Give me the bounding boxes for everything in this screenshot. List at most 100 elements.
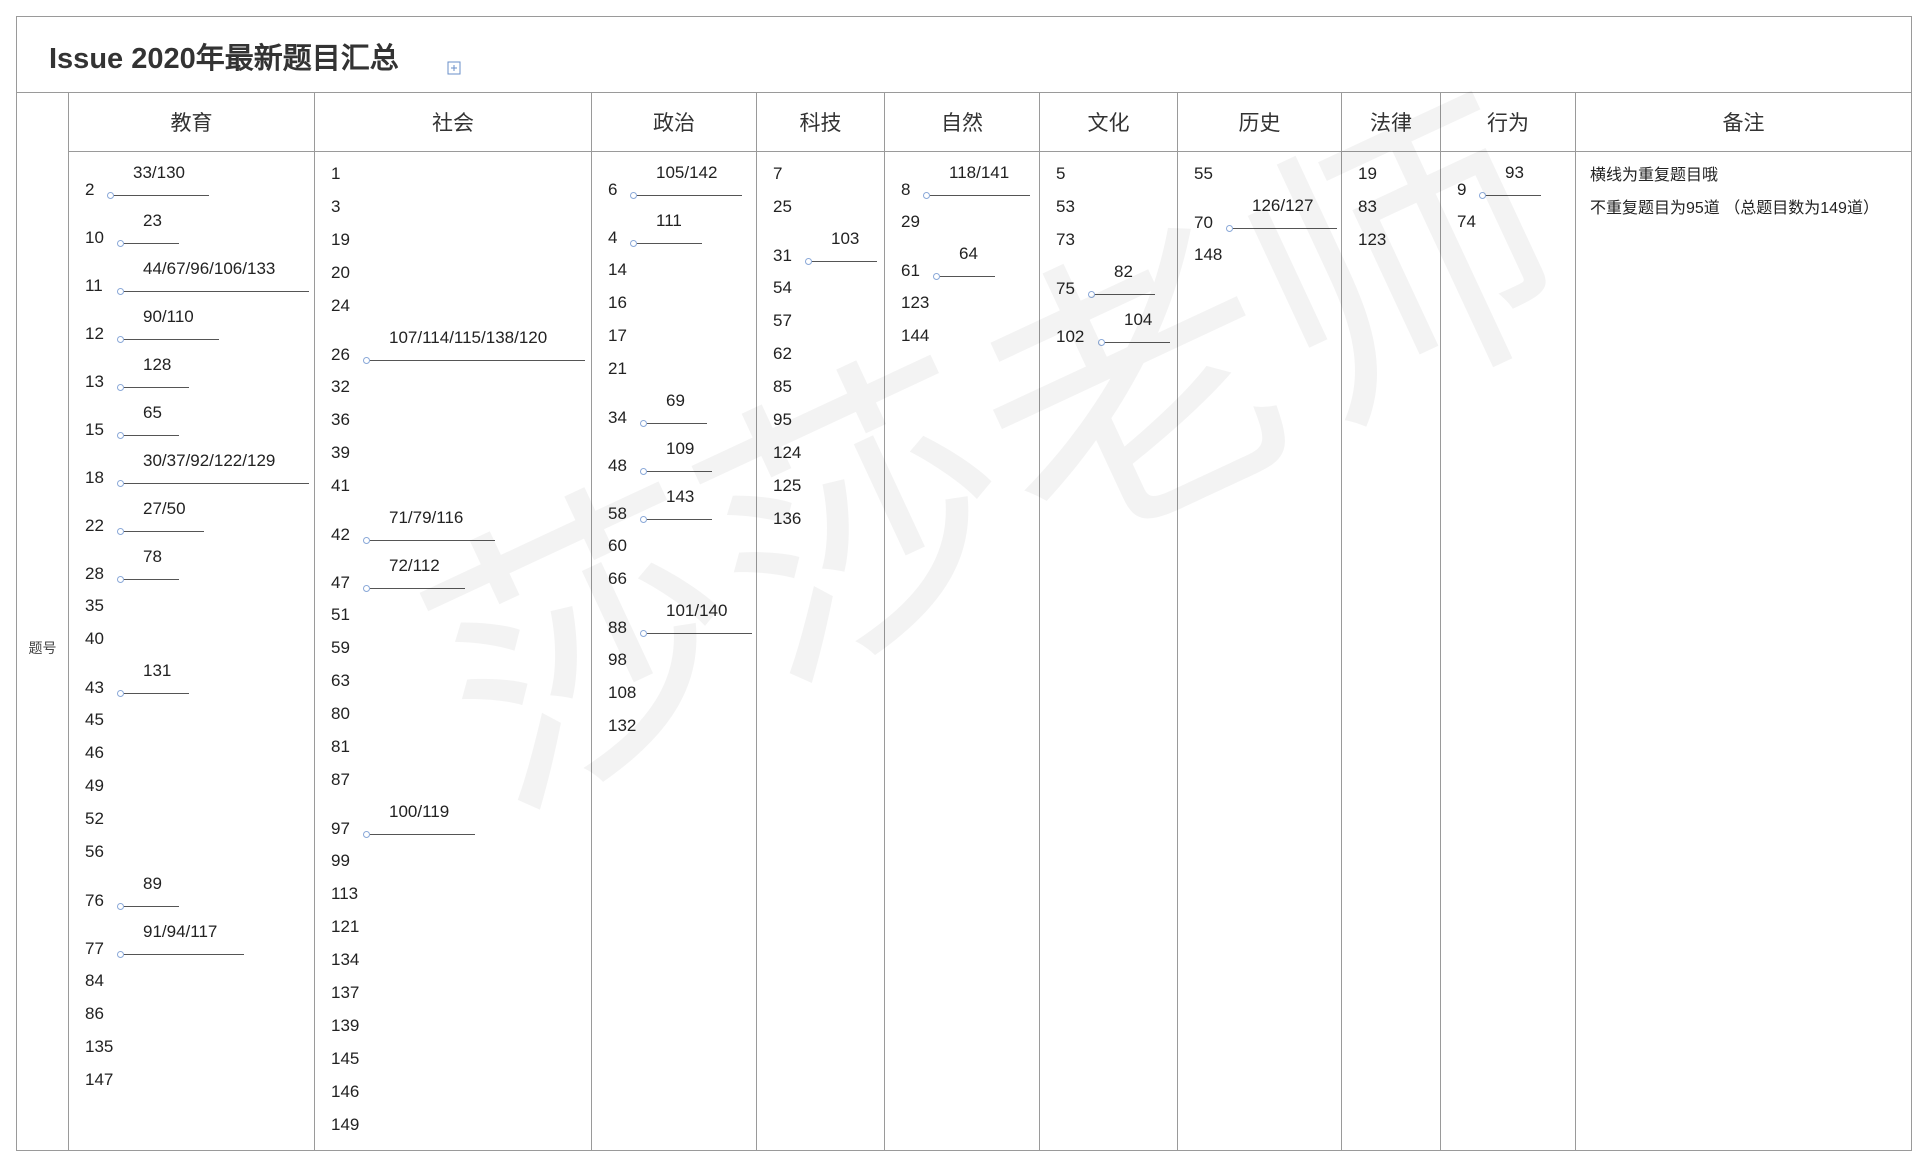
question-item: 136 — [757, 502, 884, 535]
question-number: 5 — [1056, 164, 1066, 183]
question-number: 55 — [1194, 164, 1213, 183]
question-number: 40 — [85, 629, 104, 648]
link-node-icon — [117, 903, 124, 910]
question-number: 86 — [85, 1004, 104, 1023]
duplicate-questions: 93 — [1505, 163, 1524, 182]
duplicate-line — [930, 195, 1030, 196]
question-item: 146 — [315, 1075, 591, 1108]
duplicate-line — [124, 579, 179, 580]
question-item: 85 — [757, 370, 884, 403]
question-item: 46 — [69, 736, 314, 769]
question-number: 1 — [331, 164, 341, 183]
question-number: 20 — [331, 263, 350, 282]
duplicate-line — [647, 471, 712, 472]
duplicate-questions: 89 — [143, 874, 162, 893]
duplicate-line — [370, 540, 495, 541]
duplicate-line — [370, 834, 475, 835]
question-item: 74 — [1441, 205, 1575, 238]
question-number: 63 — [331, 671, 350, 690]
duplicate-line — [124, 243, 179, 244]
link-node-icon — [117, 384, 124, 391]
question-number: 59 — [331, 638, 350, 657]
question-item: 135 — [69, 1030, 314, 1063]
duplicate-questions: 131 — [143, 661, 172, 680]
column-header: 教育 — [69, 92, 314, 152]
duplicate-line — [124, 387, 189, 388]
column-8: 法律 19 83 123 — [1341, 92, 1440, 1150]
question-item: 83 — [1342, 190, 1440, 223]
question-item: 53 — [1040, 190, 1177, 223]
link-node-icon — [630, 192, 637, 199]
question-number: 95 — [773, 410, 792, 429]
question-number: 80 — [331, 704, 350, 723]
link-node-icon — [117, 432, 124, 439]
question-number: 7 — [773, 164, 783, 183]
link-node-icon — [805, 258, 812, 265]
question-item: 60 — [592, 529, 756, 562]
question-item: 124 — [757, 436, 884, 469]
duplicate-questions: 44/67/96/106/133 — [143, 259, 276, 278]
question-item: 1 — [315, 157, 591, 190]
question-item: 22 27/50 — [69, 493, 314, 541]
link-node-icon — [640, 420, 647, 427]
duplicate-line — [124, 291, 309, 292]
duplicate-questions: 30/37/92/122/129 — [143, 451, 276, 470]
column-header: 自然 — [885, 92, 1039, 152]
duplicate-line — [370, 588, 465, 589]
column-6: 文化 5 53 73 75 82 102 104 — [1039, 92, 1177, 1150]
note-line: 横线为重复题目哦 — [1590, 167, 1719, 184]
duplicate-line — [124, 906, 179, 907]
notes-column: 备注 横线为重复题目哦 不重复题目为95道 （总题目数为149道） — [1575, 92, 1911, 1150]
notes-body: 横线为重复题目哦 不重复题目为95道 （总题目数为149道） — [1576, 151, 1911, 1150]
question-item: 80 — [315, 697, 591, 730]
duplicate-questions: 71/79/116 — [389, 508, 464, 527]
link-node-icon — [640, 516, 647, 523]
question-item: 86 — [69, 997, 314, 1030]
column-header: 文化 — [1040, 92, 1177, 152]
question-number: 25 — [773, 197, 792, 216]
link-node-icon — [640, 630, 647, 637]
question-number: 148 — [1194, 245, 1223, 264]
question-item: 19 — [1342, 157, 1440, 190]
question-item: 81 — [315, 730, 591, 763]
column-9: 行为 9 93 74 — [1440, 92, 1575, 1150]
question-item: 144 — [885, 319, 1039, 352]
duplicate-line — [940, 276, 995, 277]
question-item: 58 143 — [592, 481, 756, 529]
question-number: 66 — [608, 569, 627, 588]
question-item: 52 — [69, 802, 314, 835]
question-item: 84 — [69, 964, 314, 997]
question-number: 73 — [1056, 230, 1075, 249]
question-number: 57 — [773, 311, 792, 330]
question-item: 54 — [757, 271, 884, 304]
question-number: 56 — [85, 842, 104, 861]
link-node-icon — [363, 357, 370, 364]
question-item: 17 — [592, 319, 756, 352]
column-header: 法律 — [1342, 92, 1440, 152]
question-number: 113 — [331, 884, 359, 903]
question-item: 56 — [69, 835, 314, 868]
duplicate-questions: 91/94/117 — [143, 922, 218, 941]
question-item: 40 — [69, 622, 314, 655]
duplicate-questions: 105/142 — [656, 163, 718, 182]
link-node-icon — [1098, 339, 1105, 346]
duplicate-line — [124, 483, 309, 484]
duplicate-line — [370, 360, 585, 361]
link-node-icon — [117, 528, 124, 535]
expand-icon[interactable] — [447, 61, 461, 75]
question-number: 35 — [85, 596, 104, 615]
question-item: 125 — [757, 469, 884, 502]
column-header: 社会 — [315, 92, 591, 152]
duplicate-line — [637, 195, 742, 196]
question-number: 139 — [331, 1016, 360, 1035]
question-item: 62 — [757, 337, 884, 370]
link-node-icon — [640, 468, 647, 475]
question-item: 36 — [315, 403, 591, 436]
question-list: 8 118/141 29 61 64 123 144 — [885, 151, 1039, 1150]
question-number: 46 — [85, 743, 104, 762]
question-item: 57 — [757, 304, 884, 337]
question-item: 49 — [69, 769, 314, 802]
question-number: 24 — [331, 296, 350, 315]
duplicate-line — [812, 261, 877, 262]
link-node-icon — [1479, 192, 1486, 199]
